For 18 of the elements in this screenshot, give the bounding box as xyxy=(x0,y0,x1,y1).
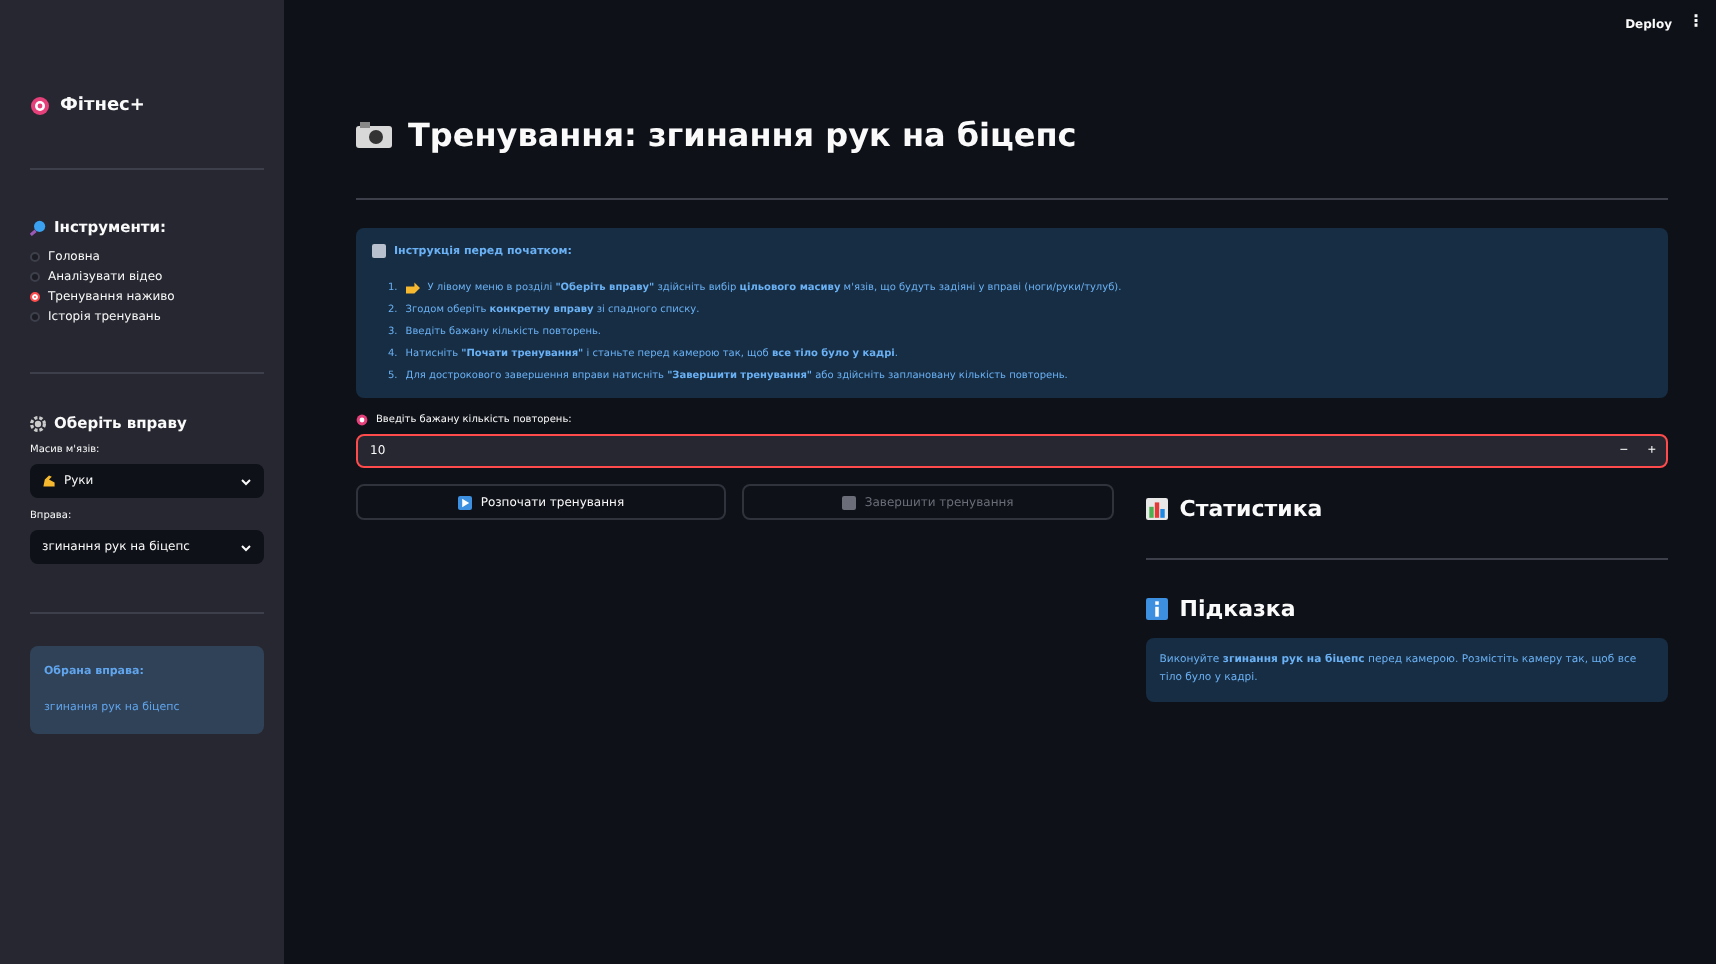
pointing-hand-icon xyxy=(405,282,420,294)
chevron-icon xyxy=(240,543,252,551)
page-title: Тренування: згинання рук на біцепс xyxy=(408,116,1077,154)
target-icon xyxy=(356,414,368,426)
statistics-heading: Статистика xyxy=(1179,496,1323,522)
chevron-icon xyxy=(240,477,252,485)
magnifier-icon xyxy=(30,219,46,235)
app-title: Фітнес+ xyxy=(60,96,145,116)
play-icon xyxy=(458,495,473,509)
info-icon xyxy=(1145,598,1168,620)
stop-icon xyxy=(842,495,857,509)
clipboard-icon xyxy=(372,244,386,258)
menu-button[interactable]: ⋮ xyxy=(1688,12,1704,30)
bar-chart-icon xyxy=(1145,498,1168,520)
camera-icon xyxy=(356,122,392,148)
gear-icon xyxy=(30,415,46,431)
target-icon xyxy=(30,96,50,116)
hint-heading: Підказка xyxy=(1179,596,1296,622)
